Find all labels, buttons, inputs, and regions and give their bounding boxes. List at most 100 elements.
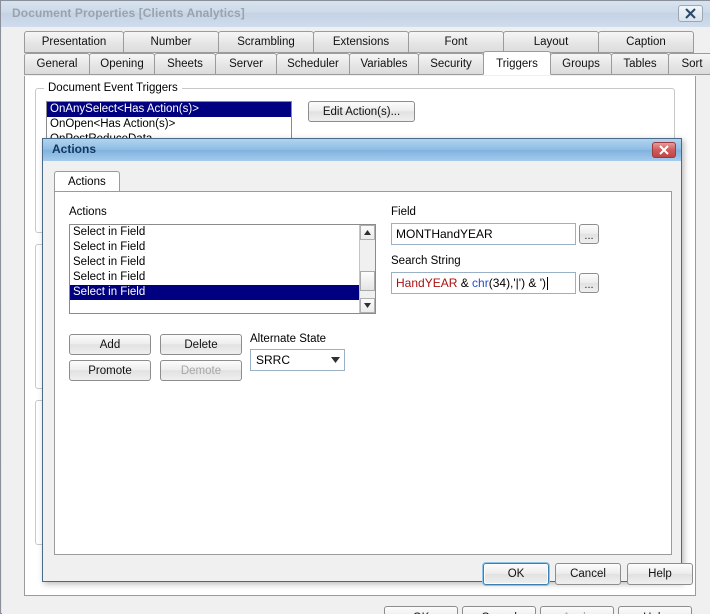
tab-sort[interactable]: Sort (668, 53, 710, 75)
tab-font[interactable]: Font (408, 31, 504, 53)
chevron-down-icon (364, 303, 371, 308)
tab-label: Triggers (496, 58, 538, 70)
field-input[interactable]: MONTHandYEAR (391, 223, 576, 245)
tab-sheets[interactable]: Sheets (154, 53, 216, 75)
tab-number[interactable]: Number (123, 31, 219, 53)
actions-dialog-titlebar: Actions (43, 139, 681, 161)
tab-groups[interactable]: Groups (550, 53, 612, 75)
tab-scheduler[interactable]: Scheduler (276, 53, 350, 75)
tab-label: Groups (562, 58, 600, 70)
tab-label: Number (150, 36, 192, 48)
tab-label: Server (229, 58, 263, 70)
search-string-browse-button[interactable]: ... (579, 273, 599, 293)
alternate-state-select[interactable]: SRRC (250, 349, 345, 371)
scroll-up-button[interactable] (360, 225, 375, 240)
delete-button[interactable]: Delete (160, 334, 242, 355)
tab-tables[interactable]: Tables (611, 53, 669, 75)
tab-general[interactable]: General (24, 53, 90, 75)
search-string-token: & (457, 276, 473, 290)
tab-label: Scheduler (287, 58, 339, 70)
tab-label: Presentation (41, 36, 107, 48)
main-footer-buttons: OK Cancel Apply Help (384, 606, 694, 614)
tab-variables[interactable]: Variables (349, 53, 419, 75)
cancel-button[interactable]: Cancel (462, 606, 536, 614)
actions-listbox-items: Select in Field Select in Field Select in … (70, 225, 359, 300)
dialog-help-button[interactable]: Help (627, 563, 693, 585)
list-item[interactable]: Select in Field (70, 240, 359, 255)
alternate-state-value: SRRC (256, 353, 291, 367)
demote-button: Demote (160, 360, 242, 381)
window-title: Document Properties [Clients Analytics] (12, 6, 245, 20)
tab-label: Extensions (332, 36, 390, 48)
list-item[interactable]: Select in Field (70, 225, 359, 240)
tab-caption[interactable]: Caption (598, 31, 694, 53)
actions-dialog-footer: OK Cancel Help (483, 563, 693, 587)
edit-actions-button[interactable]: Edit Action(s)... (308, 101, 415, 122)
actions-list-label: Actions (69, 206, 107, 218)
list-item[interactable]: Select in Field (70, 255, 359, 270)
chevron-down-icon (327, 357, 344, 363)
tab-security[interactable]: Security (418, 53, 484, 75)
app-root: Document Properties [Clients Analytics] … (0, 0, 710, 614)
tab-scrambling[interactable]: Scrambling (218, 31, 314, 53)
window-titlebar: Document Properties [Clients Analytics] (1, 1, 710, 27)
close-icon (659, 145, 669, 155)
list-item[interactable]: OnOpen<Has Action(s)> (47, 117, 291, 132)
tab-label: Layout (533, 36, 569, 48)
apply-button: Apply (540, 606, 614, 614)
tab-label: Caption (626, 36, 666, 48)
tab-label: Variables (360, 58, 408, 70)
list-item[interactable]: Select in Field (70, 270, 359, 285)
window-close-button[interactable] (678, 5, 703, 22)
search-string-label: Search String (391, 255, 461, 267)
dialog-cancel-button[interactable]: Cancel (555, 563, 621, 585)
ok-button[interactable]: OK (384, 606, 458, 614)
actions-dialog-close-button[interactable] (652, 142, 676, 158)
tab-server[interactable]: Server (215, 53, 277, 75)
scrollbar-thumb[interactable] (360, 271, 375, 291)
search-string-token: HandYEAR (396, 276, 458, 290)
text-caret (547, 276, 549, 290)
search-string-token: (34),'|') & ') (488, 276, 547, 290)
actions-listbox[interactable]: Select in Field Select in Field Select in … (69, 224, 376, 314)
tab-row-bottom: General Opening Sheets Server Scheduler Varia… (24, 51, 710, 75)
tab-layout[interactable]: Layout (503, 31, 599, 53)
search-string-value: HandYEAR & chr(34),'|') & ') (396, 276, 546, 290)
search-string-input[interactable]: HandYEAR & chr(34),'|') & ') (391, 272, 576, 294)
tab-label: Scrambling (237, 36, 295, 48)
tab-label: Sheets (167, 58, 203, 70)
tab-label: Tables (623, 58, 657, 70)
tab-row-top: Presentation Number Scrambling Extensions Fo… (24, 31, 696, 53)
actions-dialog-body: Actions Actions Select in Field Select in… (43, 161, 693, 585)
promote-button[interactable]: Promote (69, 360, 151, 381)
actions-dialog-tabrow: Actions (54, 171, 120, 192)
tab-presentation[interactable]: Presentation (24, 31, 124, 53)
actions-dialog-title: Actions (52, 142, 97, 156)
field-label: Field (391, 206, 416, 218)
tab-label: Font (444, 36, 468, 48)
tab-label: Security (430, 58, 472, 70)
field-browse-button[interactable]: ... (579, 224, 599, 244)
list-item[interactable]: OnAnySelect<Has Action(s)> (47, 102, 291, 117)
properties-tabstrip: Presentation Number Scrambling Extensions Fo… (24, 31, 710, 75)
tab-label: Sort (681, 58, 703, 70)
document-event-triggers-label: Document Event Triggers (44, 82, 182, 94)
list-item[interactable]: Select in Field (70, 285, 359, 300)
add-button[interactable]: Add (69, 334, 151, 355)
actions-dialog-panel: Actions Select in Field Select in Field Se… (54, 192, 672, 555)
chevron-up-icon (364, 230, 371, 235)
tab-label: General (36, 58, 78, 70)
tab-extensions[interactable]: Extensions (313, 31, 409, 53)
alternate-state-label: Alternate State (250, 333, 327, 345)
close-icon (685, 8, 696, 19)
tab-triggers[interactable]: Triggers (483, 51, 551, 75)
actions-listbox-scrollbar[interactable] (359, 225, 375, 313)
actions-dialog: Actions Actions Actions Select in Field S… (42, 138, 693, 585)
help-button[interactable]: Help (618, 606, 692, 614)
dialog-ok-button[interactable]: OK (483, 563, 549, 585)
tab-label: Opening (100, 58, 144, 70)
scroll-down-button[interactable] (360, 298, 375, 313)
tab-opening[interactable]: Opening (89, 53, 155, 75)
tab-actions[interactable]: Actions (54, 171, 120, 192)
search-string-token: chr (472, 276, 489, 290)
